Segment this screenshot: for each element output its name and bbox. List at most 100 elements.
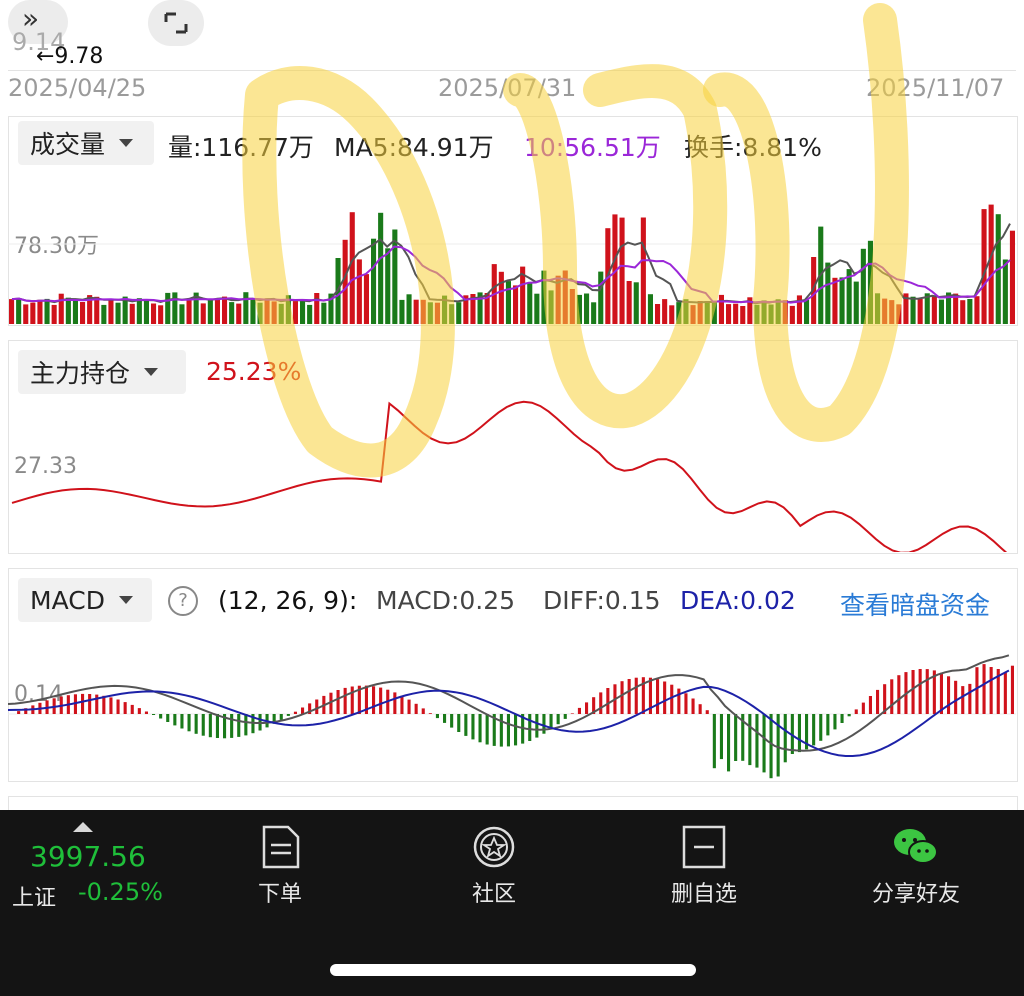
volume-bar <box>129 303 135 324</box>
tab-community[interactable]: 社区 <box>394 810 594 908</box>
macd-bar <box>634 677 638 714</box>
volume-bar <box>172 292 178 324</box>
volume-bar <box>697 301 703 324</box>
turnover-rate: 换手:8.81% <box>684 133 822 162</box>
volume-bar <box>9 299 15 324</box>
tab-share-label: 分享好友 <box>871 882 960 907</box>
volume-bar <box>534 293 540 324</box>
macd-bar <box>435 714 439 719</box>
date-label-end: 2025/11/07 <box>866 74 1005 102</box>
macd-bar <box>989 667 993 714</box>
volume-bar <box>591 302 597 324</box>
volume-bar <box>569 289 575 324</box>
volume-bar <box>413 299 419 324</box>
volume-bar <box>214 298 220 324</box>
volume-selector[interactable]: 成交量 <box>18 121 154 165</box>
volume-bar <box>101 304 107 324</box>
remove-icon <box>682 825 726 869</box>
macd-bar <box>350 686 354 714</box>
volume-bar <box>761 300 767 324</box>
fullscreen-icon <box>164 12 188 34</box>
caret-down-icon <box>119 139 134 147</box>
volume-bar <box>165 292 171 324</box>
volume-bar <box>548 290 554 324</box>
volume-bar <box>420 299 426 324</box>
macd-bar <box>783 714 787 763</box>
volume-bar <box>264 298 270 324</box>
volume-bar <box>363 274 369 324</box>
volume-bar <box>775 299 781 324</box>
volume-bar <box>726 304 732 324</box>
macd-bar <box>769 714 773 779</box>
tab-order[interactable]: 下单 <box>180 810 380 908</box>
fullscreen-button[interactable] <box>148 0 204 46</box>
macd-bar <box>315 699 319 714</box>
macd-bar <box>379 687 383 714</box>
macd-bar <box>691 698 695 714</box>
holding-chart <box>11 400 1008 552</box>
volume-selector-label: 成交量 <box>30 130 106 159</box>
volume-bar <box>655 304 661 324</box>
macd-bar <box>293 711 297 714</box>
volume-bar <box>768 304 774 324</box>
volume-bar <box>207 300 213 324</box>
volume-bar <box>953 293 959 324</box>
date-label-start: 2025/04/25 <box>8 74 147 102</box>
volume-bar <box>229 302 235 324</box>
macd-bar <box>393 692 397 714</box>
macd-bar <box>876 689 880 714</box>
macd-bar <box>514 714 518 746</box>
volume-bar <box>626 281 632 324</box>
macd-bar <box>144 711 148 714</box>
macd-bar <box>982 664 986 714</box>
volume-bar <box>65 297 71 324</box>
macd-bar <box>428 713 432 714</box>
index-price: 3997.56 <box>30 840 146 873</box>
volume-bar <box>399 299 405 324</box>
volume-bar <box>158 305 164 324</box>
volume-bar <box>754 304 760 324</box>
macd-bar <box>201 714 205 736</box>
macd-bar <box>897 675 901 714</box>
volume-bar <box>179 304 185 324</box>
volume-bar <box>143 299 149 324</box>
tab-share[interactable]: 分享好友 <box>816 810 1016 908</box>
macd-bar <box>336 690 340 714</box>
volume-bar <box>718 294 724 324</box>
volume-bar <box>449 304 455 324</box>
volume-bar <box>271 301 277 324</box>
macd-bar <box>88 694 92 714</box>
volume-bar <box>80 302 86 324</box>
home-indicator <box>330 964 696 976</box>
macd-bar <box>237 714 241 737</box>
volume-bar <box>825 262 831 324</box>
volume-bar <box>186 299 192 324</box>
volume-bar <box>498 271 504 324</box>
volume-bar <box>832 277 838 324</box>
tab-remove-watchlist[interactable]: 删自选 <box>604 810 804 908</box>
macd-bar <box>450 714 454 728</box>
volume-bar <box>300 301 306 324</box>
volume-bar <box>740 306 746 324</box>
macd-bar <box>705 710 709 714</box>
volume-bar <box>789 305 795 324</box>
volume-bar <box>690 305 696 324</box>
volume-bar <box>931 296 937 324</box>
macd-bar <box>670 684 674 714</box>
volume-bar <box>37 299 43 324</box>
macd-bar <box>542 714 546 734</box>
volume-bar <box>960 300 966 324</box>
volume-bar <box>378 212 384 324</box>
volume-bar <box>882 298 888 324</box>
macd-bar <box>698 704 702 714</box>
volume-bar <box>527 283 533 324</box>
volume-bar <box>406 294 412 324</box>
ref-price: ←9.78 <box>36 44 104 69</box>
volume-bar <box>278 303 284 324</box>
macd-bar <box>421 708 425 714</box>
macd-bar <box>656 679 660 714</box>
index-widget[interactable]: 3997.56 上证 -0.25% <box>0 810 200 920</box>
volume-bar <box>576 294 582 324</box>
macd-bar <box>797 714 801 753</box>
macd-bar <box>968 683 972 714</box>
